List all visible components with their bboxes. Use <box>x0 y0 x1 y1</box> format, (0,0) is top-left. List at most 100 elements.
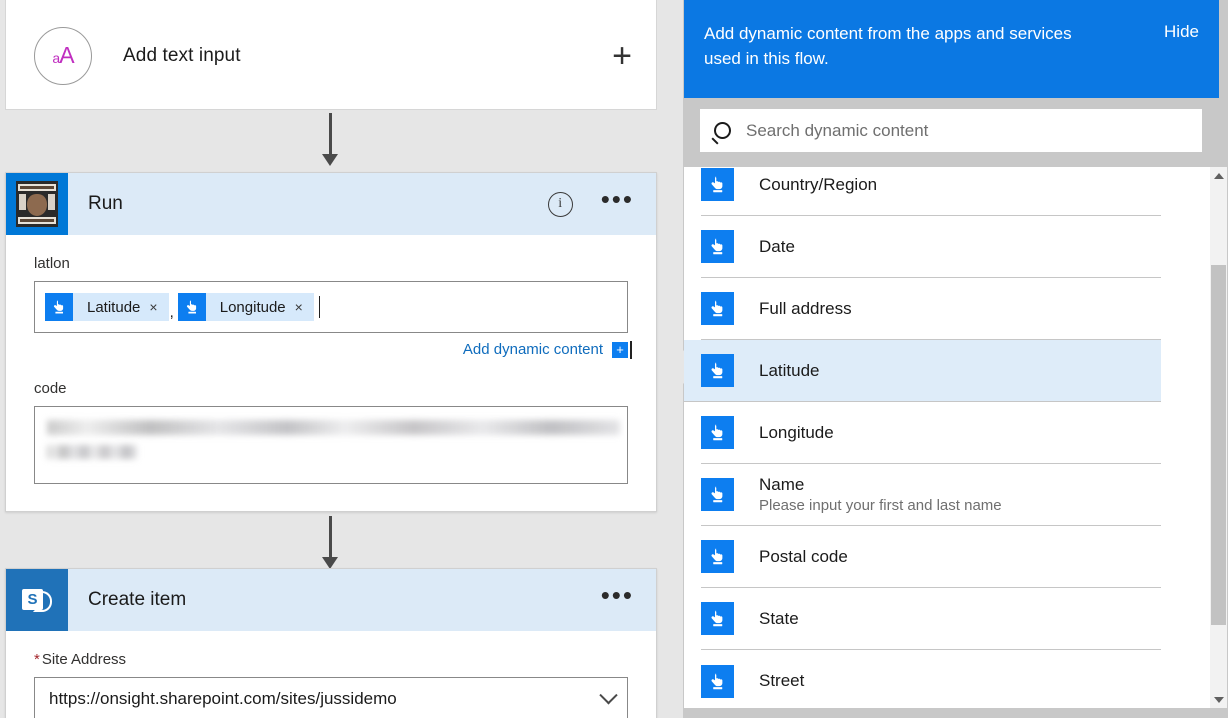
search-icon <box>700 122 744 139</box>
list-item-selected[interactable]: Latitude <box>684 340 1161 402</box>
flow-connector-arrow <box>322 516 338 569</box>
powerapps-token-icon <box>701 292 734 325</box>
flow-connector-arrow <box>322 113 338 166</box>
field-label-site-address: * Site Address <box>34 651 628 668</box>
more-options-icon[interactable]: ••• <box>601 186 634 214</box>
powerapps-token-icon <box>177 293 206 321</box>
scroll-down-arrow-icon[interactable] <box>1210 691 1227 708</box>
connector-stem <box>328 113 332 155</box>
action-title-run: Run <box>88 193 123 214</box>
list-item-name: Street <box>759 671 805 690</box>
trigger-label: Add text input <box>123 44 241 66</box>
dynamic-content-scrollbar[interactable] <box>1210 167 1227 708</box>
list-item-name: Latitude <box>759 360 820 380</box>
action-header-tools: i ••• <box>547 186 656 217</box>
meme-thumbnail-icon <box>6 173 68 235</box>
list-item-name: Full address <box>759 298 852 318</box>
dynamic-content-list: Country/Region Date Full address Latitud… <box>684 167 1219 708</box>
field-label-site-address-text: Site Address <box>41 651 127 668</box>
action-header-create-item[interactable]: S Create item ••• <box>6 569 656 631</box>
action-header-run[interactable]: Run i ••• <box>6 173 656 235</box>
list-item[interactable]: Street <box>701 650 1161 708</box>
powerapps-token-icon <box>701 664 734 698</box>
add-text-input-row[interactable]: aA Add text input + <box>6 1 656 110</box>
list-item-texts: Full address <box>759 299 852 319</box>
meme-arm-left <box>19 194 26 210</box>
field-label-latlon: latlon <box>34 255 70 272</box>
connector-stem <box>328 516 332 558</box>
token-latitude[interactable]: Latitude × <box>45 293 169 321</box>
add-dynamic-content-link[interactable]: Add dynamic content <box>463 341 603 358</box>
powerapps-token-icon <box>701 354 734 387</box>
meme-top-caption <box>18 184 56 191</box>
blurred-code-line <box>47 420 620 435</box>
meme-bottom-caption <box>18 217 56 224</box>
list-item-texts: State <box>759 609 799 629</box>
list-item[interactable]: Postal code <box>701 526 1161 588</box>
list-item[interactable]: Longitude <box>701 402 1161 464</box>
scrollbar-thumb[interactable] <box>1211 265 1226 625</box>
list-item[interactable]: Name Please input your first and last na… <box>701 464 1161 526</box>
action-title-create-item: Create item <box>88 589 187 610</box>
token-longitude-remove-icon[interactable]: × <box>295 299 314 315</box>
dynamic-content-header: Add dynamic content from the apps and se… <box>684 0 1219 98</box>
latlon-token-input[interactable]: Latitude × , Longitude × <box>34 281 628 333</box>
panel-pointer-triangle <box>669 350 684 384</box>
list-item-name: Postal code <box>759 546 848 566</box>
sharepoint-glyph: S <box>22 585 52 615</box>
list-item-texts: Name Please input your first and last na… <box>759 475 1002 514</box>
list-item-name: Longitude <box>759 422 834 442</box>
list-item-description: Please input your first and last name <box>759 497 1002 514</box>
list-item[interactable]: State <box>701 588 1161 650</box>
powerapps-token-icon <box>45 293 73 321</box>
powerapps-token-icon <box>701 230 734 263</box>
site-address-dropdown[interactable]: https://onsight.sharepoint.com/sites/jus… <box>34 677 628 718</box>
token-separator: , <box>169 304 174 321</box>
list-item-name: Name <box>759 475 805 494</box>
site-address-value: https://onsight.sharepoint.com/sites/jus… <box>49 689 397 708</box>
connector-arrowhead <box>322 154 338 166</box>
search-input[interactable] <box>744 119 1178 142</box>
search-box[interactable] <box>700 109 1202 152</box>
required-marker: * <box>34 651 40 668</box>
list-item-texts: Date <box>759 237 795 257</box>
list-item-texts: Country/Region <box>759 175 877 195</box>
blurred-code-line <box>47 445 137 459</box>
meme-arm-right <box>48 194 55 210</box>
action-card-create-item[interactable]: S Create item ••• * Site Address https://… <box>5 568 657 718</box>
list-item-texts: Street <box>759 671 804 691</box>
code-textarea[interactable] <box>34 406 628 484</box>
list-item-texts: Longitude <box>759 423 834 443</box>
list-item[interactable]: Date <box>701 216 1161 278</box>
dynamic-content-header-text: Add dynamic content from the apps and se… <box>704 24 1072 68</box>
hide-button[interactable]: Hide <box>1164 21 1199 42</box>
chevron-down-icon[interactable] <box>599 685 618 704</box>
dynamic-content-panel: Add dynamic content from the apps and se… <box>683 0 1228 718</box>
scroll-up-arrow-icon[interactable] <box>1210 167 1227 184</box>
flow-designer-screen: aA Add text input + Run i ••• latlon Lat… <box>0 0 1228 718</box>
powerapps-token-icon <box>701 168 734 201</box>
more-options-icon[interactable]: ••• <box>601 582 634 610</box>
token-longitude-label: Longitude <box>219 298 286 316</box>
list-item-name: Date <box>759 236 795 256</box>
list-item[interactable]: Full address <box>701 278 1161 340</box>
add-input-plus-button[interactable]: + <box>612 39 636 73</box>
add-dynamic-content-plus-icon[interactable]: + <box>612 340 632 359</box>
action-body-create-item: * Site Address https://onsight.sharepoint… <box>6 631 656 718</box>
list-item-texts: Postal code <box>759 547 848 567</box>
sharepoint-icon: S <box>6 569 68 631</box>
action-card-run[interactable]: Run i ••• latlon Latitude × , Longitude … <box>5 172 657 512</box>
list-item[interactable]: Country/Region <box>701 167 1161 216</box>
powerapps-token-icon <box>701 478 734 511</box>
sharepoint-icon-arc <box>33 591 52 612</box>
trigger-card[interactable]: aA Add text input + <box>5 0 657 110</box>
info-icon[interactable]: i <box>547 191 573 217</box>
text-input-icon-big-a: A <box>59 42 74 68</box>
action-header-tools: ••• <box>601 582 656 610</box>
field-label-code: code <box>34 380 67 397</box>
list-item-name: State <box>759 608 799 628</box>
meme-thumbnail-image <box>16 181 58 227</box>
token-latitude-remove-icon[interactable]: × <box>149 299 168 315</box>
list-item-texts: Latitude <box>759 361 820 381</box>
token-longitude[interactable]: Longitude × <box>177 293 314 321</box>
